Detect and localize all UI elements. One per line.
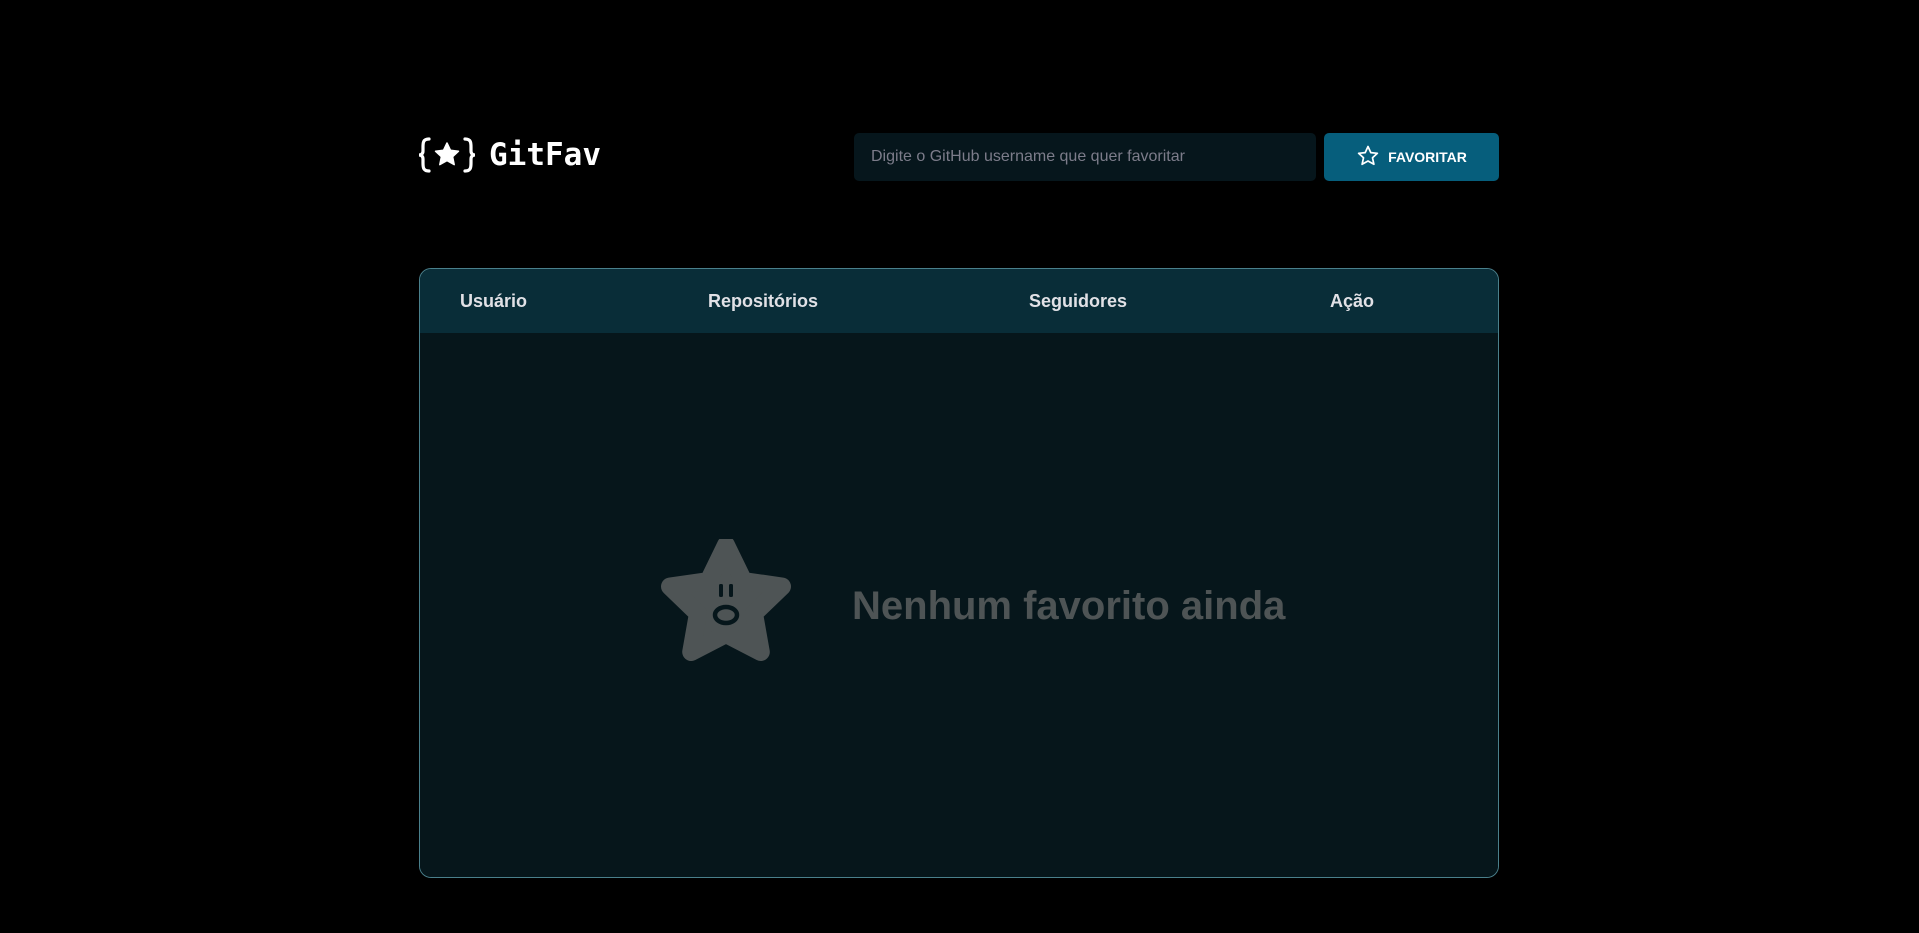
braces-star-icon bbox=[419, 135, 475, 175]
empty-state: Nenhum favorito ainda bbox=[658, 536, 1286, 674]
column-header-action: Ação bbox=[1330, 291, 1375, 311]
favorite-button-label: FAVORITAR bbox=[1388, 149, 1467, 165]
favorite-button[interactable]: FAVORITAR bbox=[1324, 133, 1499, 181]
table-body: Nenhum favorito ainda bbox=[420, 333, 1498, 877]
table-header: Usuário Repositórios Seguidores Ação bbox=[420, 269, 1498, 333]
column-header-followers: Seguidores bbox=[1029, 291, 1128, 311]
search-bar: FAVORITAR bbox=[854, 133, 1499, 181]
search-input[interactable] bbox=[854, 133, 1316, 181]
empty-state-message: Nenhum favorito ainda bbox=[852, 584, 1286, 628]
header: GitFav FAVORITAR bbox=[419, 133, 1499, 181]
column-header-user: Usuário bbox=[460, 291, 528, 311]
logo: GitFav bbox=[419, 135, 601, 175]
surprised-star-icon bbox=[658, 536, 794, 674]
favorites-table: Usuário Repositórios Seguidores Ação Nen… bbox=[419, 268, 1499, 878]
column-header-repositories: Repositórios bbox=[708, 291, 819, 311]
star-outline-icon bbox=[1356, 144, 1380, 171]
logo-text: GitFav bbox=[489, 137, 601, 173]
